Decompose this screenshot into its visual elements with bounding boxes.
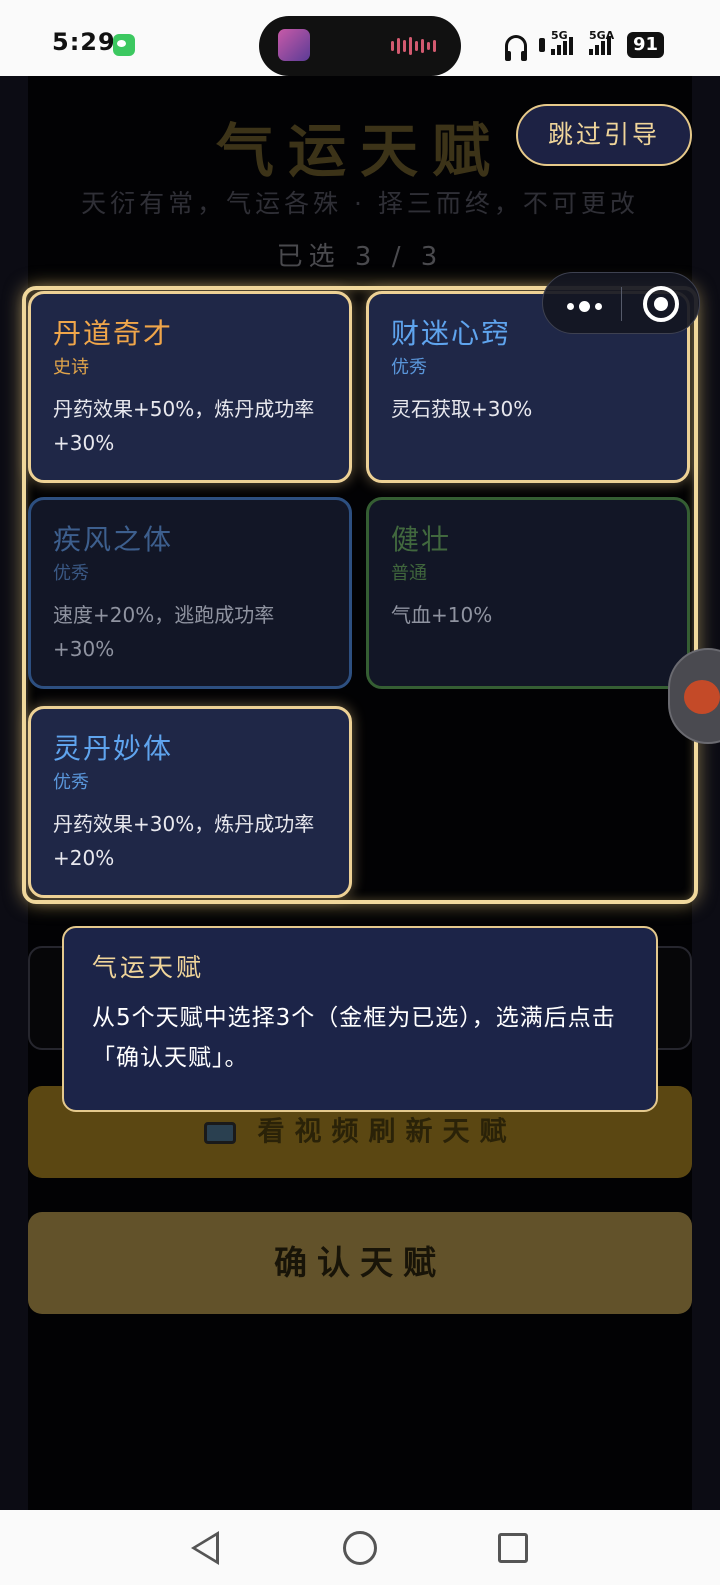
wechat-icon bbox=[113, 34, 135, 56]
talent-rarity: 普通 bbox=[391, 563, 427, 584]
talent-desc: 灵石获取+30% bbox=[391, 397, 533, 421]
talent-name: 灵丹妙体 bbox=[53, 732, 174, 765]
battery-indicator: 91 bbox=[626, 32, 664, 58]
navigation-bar bbox=[0, 1510, 720, 1585]
tooltip-title: 气运天赋 bbox=[92, 953, 205, 982]
home-icon[interactable] bbox=[343, 1531, 377, 1565]
status-time: 5:29 bbox=[52, 28, 116, 56]
close-target-icon[interactable] bbox=[643, 286, 679, 322]
selection-counter: 已选 3 / 3 bbox=[276, 242, 444, 272]
talent-card-danda[interactable]: 丹道奇才 史诗 丹药效果+50%，炼丹成功率+30% bbox=[28, 291, 352, 483]
talent-card-jianzhuang[interactable]: 健壮 普通 气血+10% bbox=[366, 497, 690, 689]
talent-name: 健壮 bbox=[391, 523, 452, 556]
talent-card-lingdan[interactable]: 灵丹妙体 优秀 丹药效果+30%，炼丹成功率+20% bbox=[28, 706, 352, 898]
talent-name: 丹道奇才 bbox=[53, 317, 174, 350]
network-label-2: 5GA bbox=[588, 29, 615, 42]
talent-desc: 丹药效果+50%，炼丹成功率+30% bbox=[53, 397, 315, 455]
tv-icon bbox=[203, 1121, 236, 1144]
signal-icon-2: 5GA bbox=[588, 29, 614, 55]
dynamic-island[interactable] bbox=[259, 16, 461, 76]
guide-tooltip: 气运天赋 从5个天赋中选择3个（金框为已选），选满后点击「确认天赋」。 bbox=[62, 926, 658, 1112]
app-screen: 气运天赋 天衍有常，气运各殊 · 择三而终，不可更改 已选 3 / 3 跳过引导… bbox=[0, 76, 720, 1510]
tooltip-body: 从5个天赋中选择3个（金框为已选），选满后点击「确认天赋」。 bbox=[92, 1005, 616, 1071]
refresh-label: 看视频刷新天赋 bbox=[257, 1116, 517, 1148]
battery-small-icon bbox=[538, 38, 545, 52]
audio-wave-icon bbox=[391, 36, 436, 56]
capsule-divider bbox=[621, 287, 622, 321]
talent-rarity: 优秀 bbox=[391, 357, 427, 378]
miniprogram-capsule bbox=[542, 272, 700, 334]
talent-rarity: 史诗 bbox=[53, 357, 89, 378]
talent-card-jifeng[interactable]: 疾风之体 优秀 速度+20%，逃跑成功率+30% bbox=[28, 497, 352, 689]
signal-icon-1: 5G bbox=[550, 29, 573, 55]
page-subtitle: 天衍有常，气运各殊 · 择三而终，不可更改 bbox=[81, 189, 639, 218]
status-icons: 5G 5GA 91 bbox=[504, 29, 664, 61]
skip-guide-button[interactable]: 跳过引导 bbox=[516, 104, 692, 166]
more-icon[interactable] bbox=[567, 301, 602, 312]
talent-rarity: 优秀 bbox=[53, 563, 89, 584]
talent-desc: 丹药效果+30%，炼丹成功率+20% bbox=[53, 812, 315, 870]
talent-desc: 速度+20%，逃跑成功率+30% bbox=[53, 603, 275, 661]
network-label-1: 5G bbox=[550, 29, 568, 42]
status-bar: 5:29 5G 5GA 91 bbox=[0, 0, 720, 76]
talent-rarity: 优秀 bbox=[53, 772, 89, 793]
headphone-icon bbox=[504, 35, 527, 61]
confirm-talents-button[interactable]: 确认天赋 bbox=[28, 1212, 692, 1314]
recent-apps-icon[interactable] bbox=[498, 1533, 528, 1563]
talent-desc: 气血+10% bbox=[391, 603, 493, 627]
app-thumbnail-icon bbox=[278, 29, 310, 61]
back-icon[interactable] bbox=[191, 1531, 219, 1565]
talent-name: 疾风之体 bbox=[53, 523, 174, 556]
